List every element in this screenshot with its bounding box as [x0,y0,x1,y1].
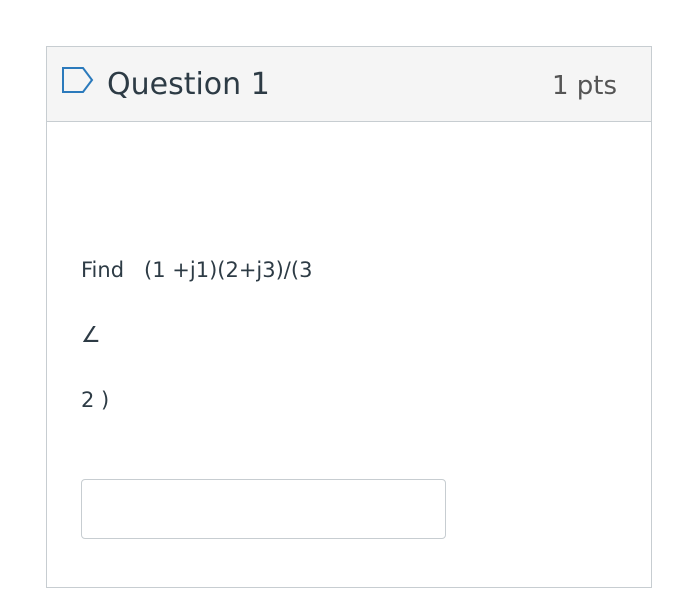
answer-input[interactable] [81,479,446,539]
angle-symbol-line: ∠ [81,323,101,348]
question-title: Question 1 [107,67,270,102]
question-card: Question 1 1 pts Find (1 +j1)(2+j3)/(3 ∠… [46,46,652,588]
question-points: 1 pts [551,71,617,101]
question-body: Find (1 +j1)(2+j3)/(3 ∠ 2 ) [47,122,651,588]
question-text-line: Find (1 +j1)(2+j3)/(3 [81,258,313,282]
question-text-line: 2 ) [81,388,110,412]
flag-question-icon[interactable] [61,66,95,94]
question-header: Question 1 1 pts [47,47,651,122]
